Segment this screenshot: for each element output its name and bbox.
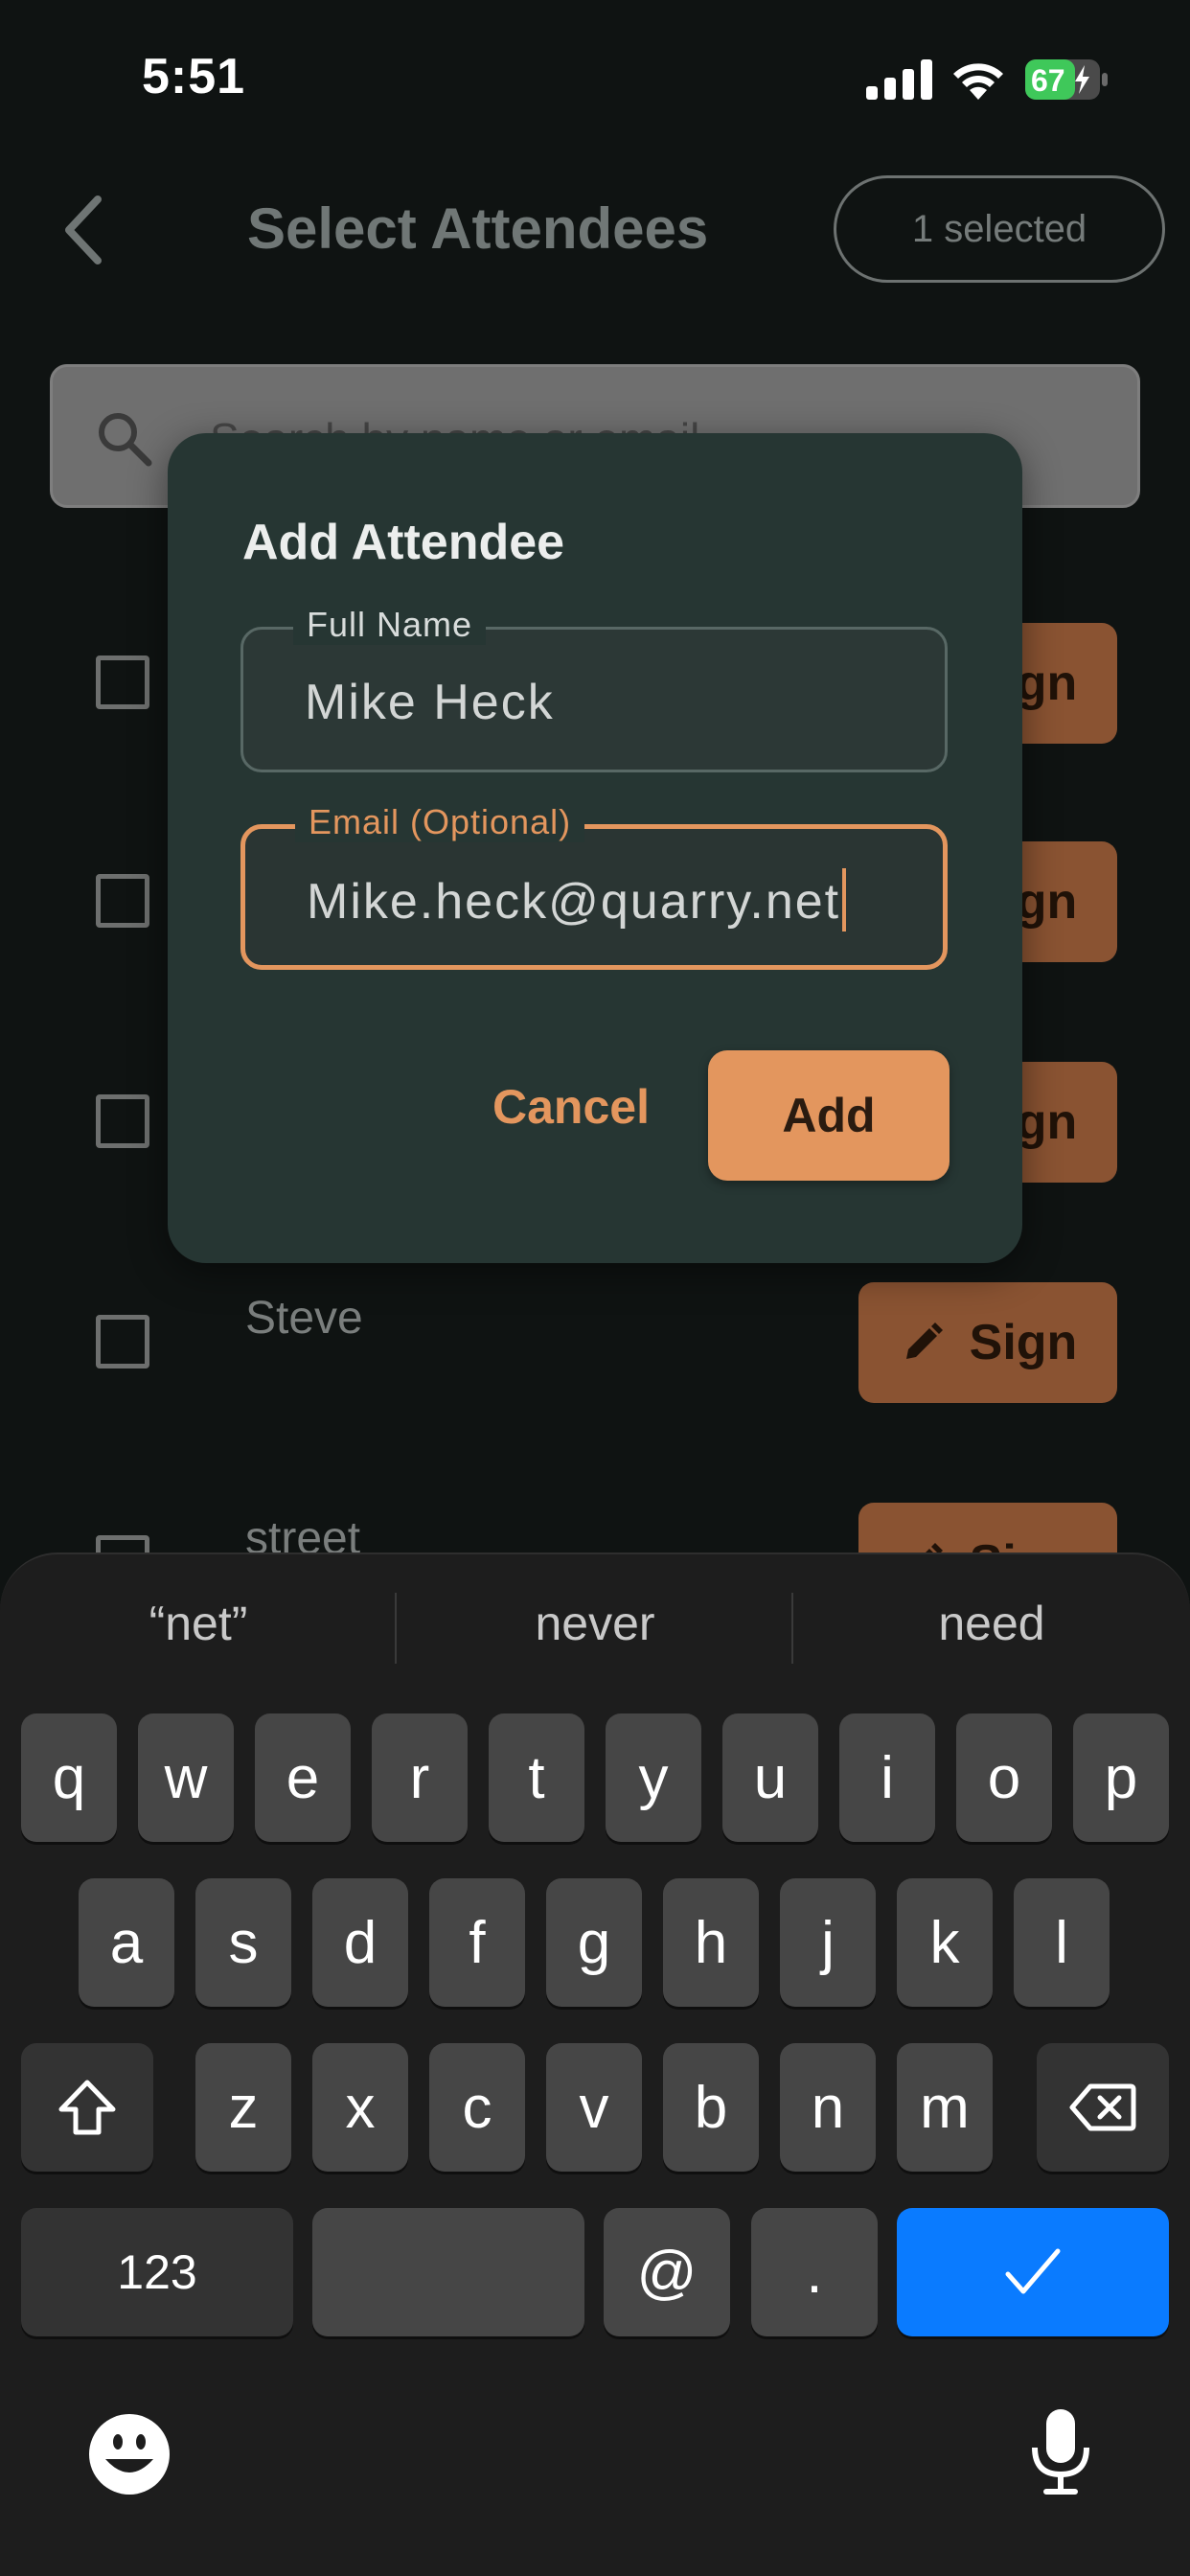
key-l[interactable]: l	[1014, 1878, 1110, 2007]
key-z[interactable]: z	[195, 2043, 291, 2172]
attendee-checkbox[interactable]	[96, 1094, 149, 1148]
email-value: Mike.heck@quarry.net	[307, 874, 841, 930]
attendee-checkbox[interactable]	[96, 874, 149, 928]
key-d[interactable]: d	[312, 1878, 408, 2007]
key-c[interactable]: c	[429, 2043, 525, 2172]
key-h[interactable]: h	[663, 1878, 759, 2007]
key-f[interactable]: f	[429, 1878, 525, 2007]
key-n[interactable]: n	[780, 2043, 876, 2172]
backspace-icon	[1069, 2083, 1136, 2131]
status-time: 5:51	[142, 49, 246, 104]
key-s[interactable]: s	[195, 1878, 291, 2007]
key-u[interactable]: u	[722, 1714, 818, 1842]
app-header: Select Attendees 1 selected	[0, 172, 1190, 288]
at-key[interactable]: @	[604, 2208, 730, 2336]
email-field[interactable]: Email (Optional) Mike.heck@quarry.net	[240, 802, 948, 970]
key-q[interactable]: q	[21, 1714, 117, 1842]
key-x[interactable]: x	[312, 2043, 408, 2172]
key-a[interactable]: a	[79, 1878, 174, 2007]
onscreen-keyboard: “net” never need q w e r t y u i o p a s…	[0, 1552, 1190, 2576]
key-t[interactable]: t	[489, 1714, 584, 1842]
status-bar: 5:51 67	[0, 0, 1190, 153]
numbers-key[interactable]: 123	[21, 2208, 293, 2336]
key-j[interactable]: j	[780, 1878, 876, 2007]
shift-key[interactable]	[21, 2043, 153, 2172]
signature-pen-icon	[905, 1322, 943, 1359]
cellular-signal-icon	[866, 59, 932, 100]
period-key[interactable]: .	[751, 2208, 878, 2336]
page-title: Select Attendees	[247, 196, 709, 261]
add-button[interactable]: Add	[708, 1050, 950, 1181]
attendee-checkbox[interactable]	[96, 656, 149, 709]
space-key[interactable]	[312, 2208, 584, 2336]
delete-key[interactable]	[1037, 2043, 1169, 2172]
key-v[interactable]: v	[546, 2043, 642, 2172]
dialog-title: Add Attendee	[242, 515, 565, 570]
battery-percent: 67	[1031, 63, 1065, 98]
email-label: Email (Optional)	[295, 802, 585, 842]
email-value-wrap: Mike.heck@quarry.net	[307, 868, 847, 932]
attendee-name: Steve	[245, 1293, 363, 1344]
key-w[interactable]: w	[138, 1714, 234, 1842]
add-attendee-dialog: Add Attendee Full Name Mike Heck Email (…	[168, 433, 1022, 1263]
attendee-checkbox[interactable]	[96, 1315, 149, 1368]
shift-arrow-icon	[58, 2080, 116, 2135]
suggestion-item[interactable]: “net”	[0, 1585, 397, 1662]
emoji-icon[interactable]	[88, 2413, 171, 2496]
sign-button[interactable]: Sign	[858, 1282, 1117, 1403]
wifi-icon	[953, 63, 1003, 100]
key-i[interactable]: i	[839, 1714, 935, 1842]
checkmark-icon	[1005, 2248, 1061, 2294]
selected-count-badge[interactable]: 1 selected	[834, 175, 1165, 283]
key-r[interactable]: r	[372, 1714, 468, 1842]
suggestion-item[interactable]: never	[397, 1585, 793, 1662]
key-m[interactable]: m	[897, 2043, 993, 2172]
text-cursor	[842, 868, 847, 932]
key-o[interactable]: o	[956, 1714, 1052, 1842]
search-icon	[99, 413, 152, 467]
key-g[interactable]: g	[546, 1878, 642, 2007]
key-p[interactable]: p	[1073, 1714, 1169, 1842]
full-name-value: Mike Heck	[305, 675, 555, 730]
list-item: Steve Sign	[0, 1271, 1190, 1414]
full-name-field[interactable]: Full Name Mike Heck	[240, 605, 948, 772]
key-b[interactable]: b	[663, 2043, 759, 2172]
sign-button-label: Sign	[969, 1315, 1078, 1370]
key-y[interactable]: y	[606, 1714, 701, 1842]
back-arrow-icon[interactable]	[56, 194, 113, 266]
key-k[interactable]: k	[897, 1878, 993, 2007]
battery-icon: 67	[1025, 59, 1110, 100]
microphone-icon[interactable]	[1027, 2405, 1094, 2497]
cancel-button[interactable]: Cancel	[457, 1046, 685, 1167]
suggestion-item[interactable]: need	[793, 1585, 1190, 1662]
suggestion-bar: “net” never need	[0, 1585, 1190, 1664]
key-e[interactable]: e	[255, 1714, 351, 1842]
full-name-label: Full Name	[293, 605, 487, 645]
return-key[interactable]	[897, 2208, 1169, 2336]
